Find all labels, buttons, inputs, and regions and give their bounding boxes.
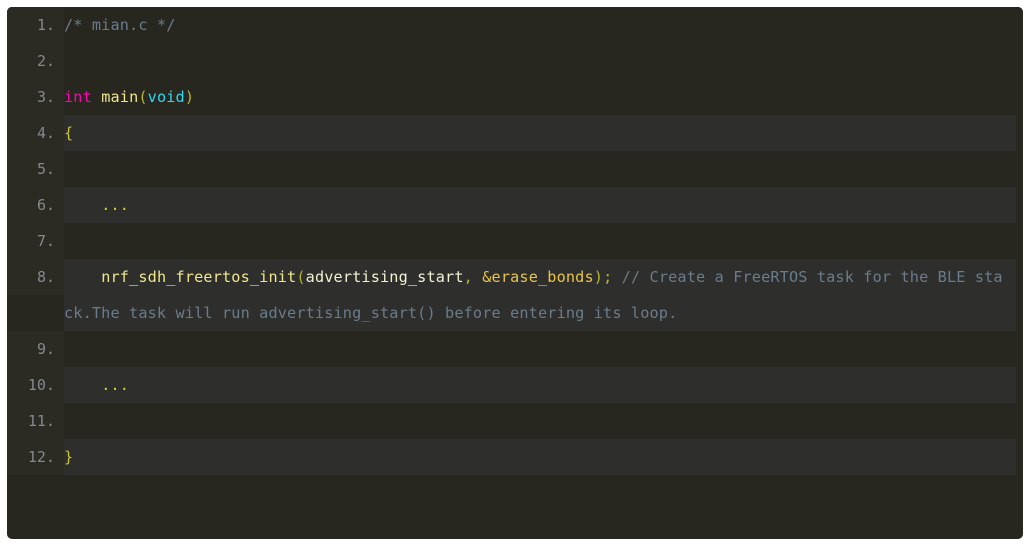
token-func: main <box>101 88 139 106</box>
line-number: 3. <box>7 79 64 115</box>
line-number: 7. <box>7 223 64 259</box>
code-text[interactable]: ... <box>64 187 1016 223</box>
code-text[interactable]: { <box>64 115 1016 151</box>
line-number: 12. <box>7 439 64 475</box>
code-line[interactable]: 7. <box>7 223 1023 259</box>
token-dots: ... <box>101 376 130 394</box>
code-line[interactable]: 6. ... <box>7 187 1023 223</box>
code-line[interactable]: 8. nrf_sdh_freertos_init(advertising_sta… <box>7 259 1023 331</box>
token-brace: } <box>64 448 74 466</box>
code-line[interactable]: 11. <box>7 403 1023 439</box>
code-text[interactable]: int main(void) <box>64 79 1016 115</box>
code-line[interactable]: 12.} <box>7 439 1023 475</box>
code-block[interactable]: 1./* mian.c */2. 3. int main(void) 4.{5. 6. … <box>7 7 1023 539</box>
line-number: 4. <box>7 115 64 151</box>
line-number: 8. <box>7 259 64 295</box>
token-punct: , <box>463 268 483 286</box>
code-text[interactable]: ... <box>64 367 1016 403</box>
code-text[interactable]: /* mian.c */ <box>64 7 1016 43</box>
token-type: void <box>147 88 185 106</box>
code-line[interactable]: 3. int main(void) <box>7 79 1023 115</box>
line-number: 10. <box>7 367 64 403</box>
token-gold: &erase_bonds <box>482 268 594 286</box>
code-line[interactable]: 4.{ <box>7 115 1023 151</box>
code-line[interactable]: 5. <box>7 151 1023 187</box>
code-text[interactable]: nrf_sdh_freertos_init(advertising_start,… <box>64 259 1016 331</box>
line-number: 11. <box>7 403 64 439</box>
token-dots: ... <box>101 196 130 214</box>
token-brace: { <box>64 124 74 142</box>
code-line[interactable]: 10. ... <box>7 367 1023 403</box>
code-line[interactable]: 2. <box>7 43 1023 79</box>
token-ident: advertising_start <box>305 268 464 286</box>
token-keyword: int <box>64 88 92 106</box>
token-func: nrf_sdh_freertos_init <box>101 268 297 286</box>
token-punct: ) <box>184 88 195 106</box>
code-line-list: 1./* mian.c */2. 3. int main(void) 4.{5. 6. … <box>7 7 1023 475</box>
line-number: 5. <box>7 151 64 187</box>
line-number: 1. <box>7 7 64 43</box>
token-comment: /* mian.c */ <box>64 16 176 34</box>
token-punct: ( <box>138 88 148 106</box>
line-number: 2. <box>7 43 64 79</box>
code-line[interactable]: 1./* mian.c */ <box>7 7 1023 43</box>
code-text[interactable]: } <box>64 439 1016 475</box>
line-number: 9. <box>7 331 64 367</box>
token-punct: ); <box>593 268 613 286</box>
line-number: 6. <box>7 187 64 223</box>
token-punct: ( <box>296 268 306 286</box>
code-line[interactable]: 9. <box>7 331 1023 367</box>
